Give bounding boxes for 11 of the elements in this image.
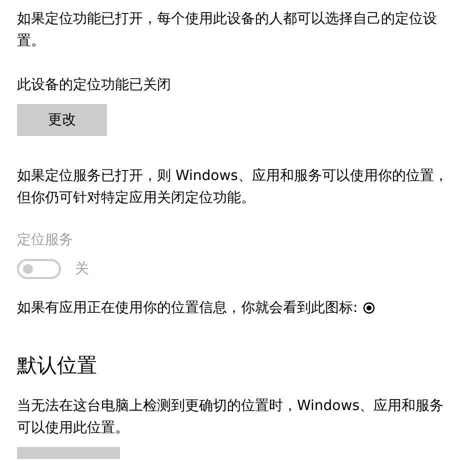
toggle-state-text: 关: [75, 260, 89, 278]
device-status-text: 此设备的定位功能已关闭: [17, 76, 172, 95]
icon-note-text: 如果有应用正在使用你的位置信息，你就会看到此图标:: [17, 299, 358, 318]
set-default-button[interactable]: [17, 447, 120, 459]
location-intro-text: 如果定位功能已打开，每个使用此设备的人都可以选择自己的定位设置。: [17, 10, 438, 51]
location-service-label: 定位服务: [17, 231, 74, 250]
location-dot-icon: [362, 302, 375, 314]
service-intro-text: 如果定位服务已打开，则 Windows、应用和服务可以使用你的位置，但你仍可针对特定应用关闭定位功能。: [17, 167, 449, 208]
default-location-heading: 默认位置: [17, 352, 98, 379]
default-location-text: 当无法在这台电脑上检测到更确切的位置时，Windows、应用和服务可以使用此位置。: [17, 397, 444, 438]
change-button[interactable]: 更改: [17, 104, 107, 136]
